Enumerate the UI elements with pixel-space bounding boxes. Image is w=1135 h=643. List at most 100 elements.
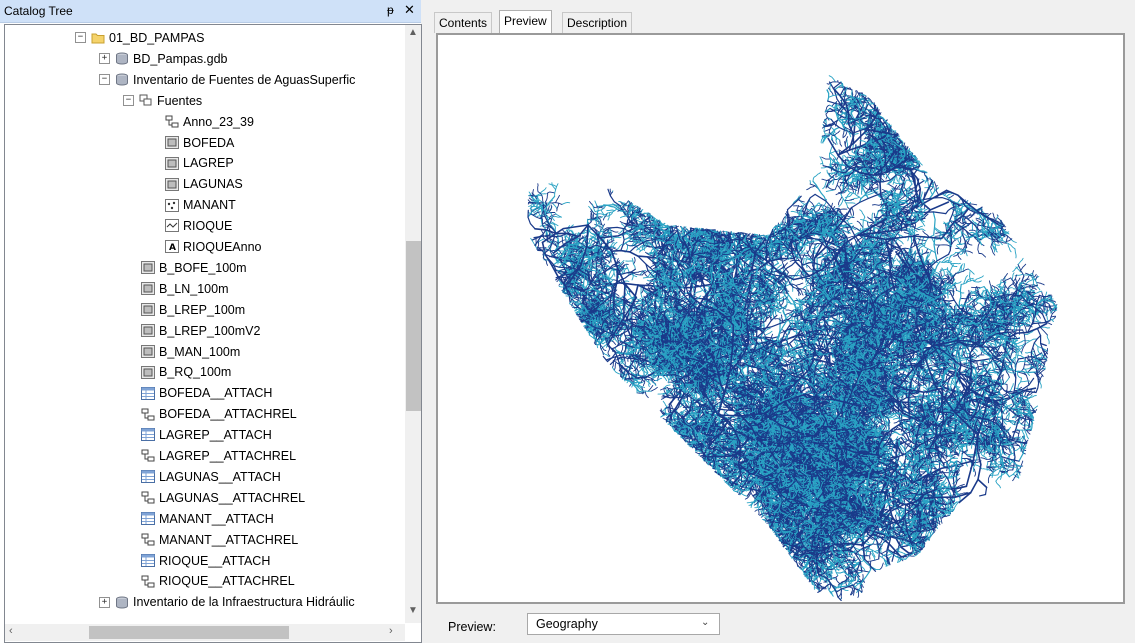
tree-node-label: Anno_23_39 — [183, 114, 254, 128]
horizontal-scroll-thumb[interactable] — [89, 626, 289, 639]
tree-node[interactable]: + BD_Pampas.gdb — [99, 48, 228, 68]
tree-node[interactable]: − Fuentes — [123, 90, 202, 110]
tree-node[interactable]: RIOQUE__ATTACHREL — [141, 570, 295, 590]
catalog-tree-view[interactable]: −01_BD_PAMPAS + BD_Pampas.gdb − Inventario d… — [4, 24, 422, 643]
tree-node[interactable]: RIOQUE — [165, 215, 232, 235]
tree-node-label: LAGUNAS__ATTACH — [159, 470, 281, 484]
stream-segment — [707, 389, 709, 397]
polygon-feature-class-icon — [141, 282, 155, 296]
relationship-class-icon — [141, 575, 155, 588]
tree-node-label: B_MAN_100m — [159, 344, 240, 358]
line-feature-class-icon — [165, 219, 179, 233]
tree-node-label: RIOQUE__ATTACH — [159, 553, 270, 567]
close-icon[interactable]: ✕ — [404, 2, 415, 18]
tree-node[interactable]: LAGUNAS__ATTACH — [141, 466, 281, 486]
vertical-scroll-thumb[interactable] — [406, 241, 421, 411]
tree-node-label: BOFEDA__ATTACH — [159, 386, 272, 400]
relationship-class-icon — [165, 115, 179, 128]
table-icon — [141, 512, 155, 526]
tree-node-label: RIOQUEAnno — [183, 240, 262, 254]
folder-icon — [91, 31, 105, 44]
stream-segment — [670, 401, 674, 410]
scroll-right-icon[interactable]: › — [389, 625, 393, 637]
tree-node-label: BOFEDA__ATTACHREL — [159, 407, 297, 421]
horizontal-scrollbar[interactable]: ‹ › — [5, 624, 405, 641]
tree-node[interactable]: RIOQUE__ATTACH — [141, 550, 270, 570]
tree-node[interactable]: MANANT — [165, 194, 236, 214]
tree-node[interactable]: − Inventario de Fuentes de AguasSuperfic — [99, 69, 355, 89]
point-feature-class-icon — [165, 198, 179, 212]
tree-node-label: LAGUNAS__ATTACHREL — [159, 491, 305, 505]
collapse-icon[interactable]: − — [99, 74, 110, 86]
tree-node-label: MANANT__ATTACH — [159, 512, 274, 526]
stream-segment — [613, 362, 617, 371]
polygon-feature-class-icon — [141, 323, 155, 337]
river-network-map — [527, 75, 1058, 601]
stream-segment — [662, 400, 668, 409]
collapse-icon[interactable]: − — [75, 32, 86, 44]
tree-node[interactable]: LAGREP__ATTACH — [141, 424, 272, 444]
tab-description[interactable]: Description — [562, 12, 633, 33]
relationship-class-icon — [141, 533, 155, 546]
polygon-feature-class-icon — [141, 344, 155, 358]
tree-node-label: B_RQ_100m — [159, 365, 231, 379]
tree-node-label: BOFEDA — [183, 135, 234, 149]
scroll-left-icon[interactable]: ‹ — [9, 625, 13, 637]
table-icon — [141, 553, 155, 567]
tree-node[interactable]: LAGREP — [165, 152, 234, 172]
scroll-down-icon[interactable]: ▼ — [408, 605, 418, 616]
relationship-class-icon — [141, 491, 155, 504]
tree-node[interactable]: + Inventario de la Infraestructura Hidráu… — [99, 591, 355, 611]
tree-node[interactable]: BOFEDA__ATTACHREL — [141, 403, 297, 423]
geodatabase-icon — [115, 596, 129, 609]
tree-node[interactable]: −01_BD_PAMPAS — [75, 27, 204, 47]
tree-node[interactable]: LAGUNAS__ATTACHREL — [141, 487, 305, 507]
expand-icon[interactable]: + — [99, 53, 110, 65]
stream-segment — [778, 291, 781, 302]
relationship-class-icon — [141, 449, 155, 462]
tree-node[interactable]: B_MAN_100m — [141, 341, 240, 361]
vertical-scrollbar[interactable]: ▲ ▼ — [405, 25, 421, 623]
feature-dataset-icon — [139, 94, 153, 107]
expand-icon[interactable]: + — [99, 596, 110, 608]
tree-node[interactable]: MANANT__ATTACHREL — [141, 529, 298, 549]
tree-node[interactable]: LAGUNAS — [165, 173, 243, 193]
tree-node-label: RIOQUE — [183, 219, 232, 233]
stream-network — [527, 75, 1058, 601]
tree-node[interactable]: BOFEDA__ATTACH — [141, 382, 272, 402]
tab-preview[interactable]: Preview — [499, 10, 552, 33]
tree-node[interactable]: A RIOQUEAnno — [165, 236, 262, 256]
stream-segment — [647, 379, 650, 388]
tree-node-label: BD_Pampas.gdb — [133, 52, 228, 66]
tree-node-label: Inventario de la Infraestructura Hidrául… — [133, 595, 355, 609]
stream-segment — [650, 386, 658, 392]
table-icon — [141, 470, 155, 484]
stream-segment — [662, 375, 668, 382]
tree-node[interactable]: BOFEDA — [165, 132, 234, 152]
tree-node[interactable]: B_LREP_100m — [141, 299, 245, 319]
tree-node[interactable]: B_BOFE_100m — [141, 257, 247, 277]
tree-node-label: Fuentes — [157, 94, 202, 108]
annotation-class-icon: A — [165, 240, 179, 254]
tab-contents[interactable]: Contents — [434, 12, 493, 33]
tree-node-label: B_BOFE_100m — [159, 261, 247, 275]
stream-segment — [636, 391, 645, 394]
tree-node[interactable]: B_LN_100m — [141, 278, 229, 298]
stream-segment — [764, 330, 773, 336]
tree-node[interactable]: LAGREP__ATTACHREL — [141, 445, 296, 465]
tree-node[interactable]: MANANT__ATTACH — [141, 508, 274, 528]
tree-node[interactable]: B_RQ_100m — [141, 361, 231, 381]
preview-map-area[interactable] — [436, 33, 1125, 604]
tree-node[interactable]: Anno_23_39 — [165, 111, 254, 131]
table-icon — [141, 428, 155, 442]
table-icon — [141, 386, 155, 400]
catalog-tree-title: Catalog Tree — [4, 4, 73, 18]
tree-node-label: LAGREP__ATTACH — [159, 428, 272, 442]
collapse-icon[interactable]: − — [123, 95, 134, 107]
pin-icon[interactable]: ᵽ — [387, 3, 394, 17]
tree-node-label: MANANT — [183, 198, 236, 212]
tree-node-label: RIOQUE__ATTACHREL — [159, 574, 295, 588]
scroll-up-icon[interactable]: ▲ — [408, 27, 418, 38]
tree-node[interactable]: B_LREP_100mV2 — [141, 320, 260, 340]
geodatabase-icon — [115, 73, 129, 86]
